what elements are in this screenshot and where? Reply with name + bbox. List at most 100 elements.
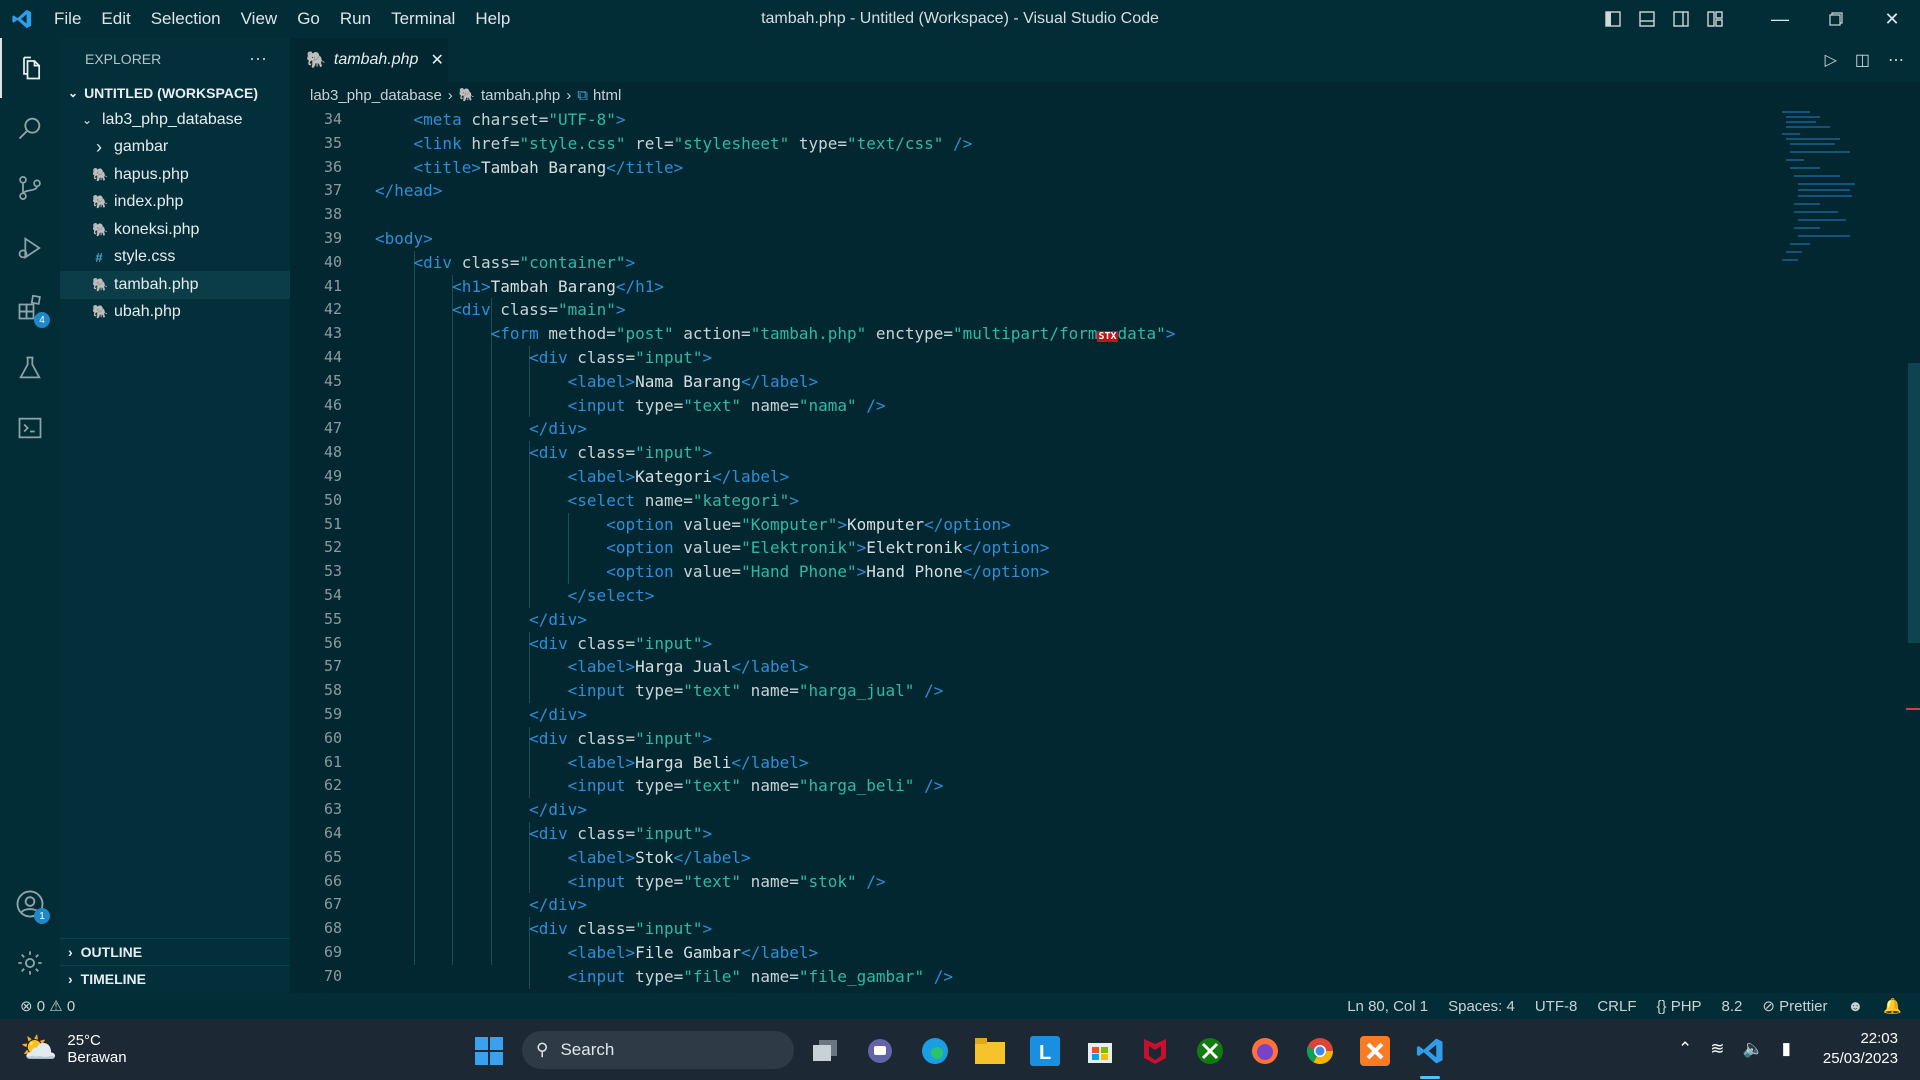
app-l-icon[interactable]: L xyxy=(1027,1033,1063,1069)
code-line[interactable]: <label>Harga Beli</label> xyxy=(375,751,1175,775)
file-item[interactable]: 🐘 tambah.php xyxy=(60,271,290,299)
code-lines[interactable]: <meta charset="UTF-8"> <link href="style… xyxy=(375,108,1175,988)
scrollbar-thumb[interactable] xyxy=(1908,363,1920,643)
show-hidden-icons-chevron-up-icon[interactable]: ⌃ xyxy=(1678,1039,1692,1059)
firefox-icon[interactable] xyxy=(1247,1033,1283,1069)
windows-start-icon[interactable] xyxy=(471,1033,507,1069)
more-actions-icon[interactable]: ⋯ xyxy=(1888,50,1904,70)
code-line[interactable]: </div> xyxy=(375,608,1175,632)
code-line[interactable]: </div> xyxy=(375,893,1175,917)
toggle-panel-icon[interactable] xyxy=(1630,0,1664,38)
minimap[interactable] xyxy=(1780,108,1870,268)
notifications-bell-icon[interactable]: 🔔 xyxy=(1873,997,1920,1015)
indentation[interactable]: Spaces: 4 xyxy=(1438,998,1525,1015)
code-line[interactable]: </select> xyxy=(375,584,1175,608)
menu-go[interactable]: Go xyxy=(287,9,330,28)
code-line[interactable]: <div class="input"> xyxy=(375,917,1175,941)
breadcrumb-folder[interactable]: lab3_php_database xyxy=(310,87,442,104)
code-line[interactable]: <h1>Tambah Barang</h1> xyxy=(375,275,1175,299)
search-icon[interactable] xyxy=(0,98,60,158)
feedback-icon[interactable]: ☻ xyxy=(1838,998,1874,1015)
volume-icon[interactable]: 🔈 xyxy=(1743,1039,1764,1059)
file-item[interactable]: 🐘 ubah.php xyxy=(60,299,290,327)
file-explorer-icon[interactable] xyxy=(972,1033,1008,1069)
code-line[interactable]: <div class="input"> xyxy=(375,727,1175,751)
code-line[interactable]: <input type="text" name="harga_jual" /> xyxy=(375,679,1175,703)
file-item[interactable]: 🐘 hapus.php xyxy=(60,161,290,189)
code-line[interactable]: <div class="main"> xyxy=(375,298,1175,322)
file-item[interactable]: › gambar xyxy=(60,134,290,162)
code-line[interactable]: <label>Nama Barang</label> xyxy=(375,370,1175,394)
code-line[interactable]: <div class="input"> xyxy=(375,632,1175,656)
line-ending[interactable]: CRLF xyxy=(1587,998,1646,1015)
code-line[interactable]: <meta charset="UTF-8"> xyxy=(375,108,1175,132)
code-line[interactable]: <title>Tambah Barang</title> xyxy=(375,156,1175,180)
run-icon[interactable]: ▷ xyxy=(1825,50,1837,70)
xampp-icon[interactable] xyxy=(1357,1033,1393,1069)
source-control-icon[interactable] xyxy=(0,158,60,218)
code-line[interactable]: <select name="kategori"> xyxy=(375,489,1175,513)
close-tab-icon[interactable]: ✕ xyxy=(430,50,443,70)
code-line[interactable]: <option value="Komputer">Komputer</optio… xyxy=(375,513,1175,537)
extensions-icon[interactable]: 4 xyxy=(0,278,60,338)
code-editor[interactable]: 34 35 36 37 38 39 40 41 42 43 44 45 46 47 48 49 50 51 52 53… xyxy=(290,108,1920,993)
tab-tambah-php[interactable]: 🐘 tambah.php ✕ xyxy=(290,38,448,82)
accounts-icon[interactable]: 1 xyxy=(0,874,60,934)
testing-icon[interactable] xyxy=(0,338,60,398)
code-line[interactable]: <label>Harga Jual</label> xyxy=(375,655,1175,679)
breadcrumb-file[interactable]: tambah.php xyxy=(481,87,560,104)
explorer-icon[interactable] xyxy=(0,38,60,98)
code-line[interactable]: <label>Kategori</label> xyxy=(375,465,1175,489)
code-line[interactable]: <div class="container"> xyxy=(375,251,1175,275)
menu-file[interactable]: File xyxy=(44,9,91,28)
code-line[interactable]: <label>File Gambar</label> xyxy=(375,941,1175,965)
language-mode[interactable]: {} PHP xyxy=(1647,998,1712,1015)
outline-section[interactable]: › OUTLINE xyxy=(60,938,290,965)
php-version[interactable]: 8.2 xyxy=(1712,998,1753,1015)
minimize-icon[interactable]: — xyxy=(1752,0,1808,38)
menu-help[interactable]: Help xyxy=(465,9,520,28)
manage-gear-icon[interactable] xyxy=(0,933,60,993)
problems-indicator[interactable]: ⊗ 0 ⚠ 0 xyxy=(0,997,85,1016)
cursor-position[interactable]: Ln 80, Col 1 xyxy=(1337,998,1438,1015)
code-line[interactable]: <option value="Elektronik">Elektronik</o… xyxy=(375,536,1175,560)
code-line[interactable]: <div class="input"> xyxy=(375,346,1175,370)
clock[interactable]: 22:03 25/03/2023 xyxy=(1823,1029,1898,1069)
run-debug-icon[interactable] xyxy=(0,218,60,278)
file-item[interactable]: 🐘 index.php xyxy=(60,189,290,217)
code-line[interactable]: <input type="file" name="file_gambar" /> xyxy=(375,965,1175,989)
code-line[interactable]: </div> xyxy=(375,417,1175,441)
code-line[interactable]: <input type="text" name="harga_beli" /> xyxy=(375,774,1175,798)
code-line[interactable]: <link href="style.css" rel="stylesheet" … xyxy=(375,132,1175,156)
more-actions-icon[interactable]: ⋯ xyxy=(249,49,268,70)
code-line[interactable]: <input type="text" name="stok" /> xyxy=(375,870,1175,894)
menu-edit[interactable]: Edit xyxy=(91,9,140,28)
customize-layout-icon[interactable] xyxy=(1698,0,1732,38)
code-line[interactable]: <form method="post" action="tambah.php" … xyxy=(375,322,1176,346)
encoding[interactable]: UTF-8 xyxy=(1525,998,1588,1015)
menu-selection[interactable]: Selection xyxy=(141,9,231,28)
menu-view[interactable]: View xyxy=(231,9,288,28)
vertical-scrollbar[interactable] xyxy=(1906,108,1920,993)
split-editor-icon[interactable]: ◫ xyxy=(1855,50,1870,70)
terminal-icon[interactable] xyxy=(0,398,60,458)
weather-widget[interactable]: ⛅ 25°C Berawan xyxy=(20,1031,127,1066)
xbox-icon[interactable] xyxy=(1192,1033,1228,1069)
file-item[interactable]: 🐘 koneksi.php xyxy=(60,216,290,244)
breadcrumb-symbol[interactable]: html xyxy=(593,87,621,104)
file-item[interactable]: # style.css xyxy=(60,244,290,272)
menu-run[interactable]: Run xyxy=(330,9,381,28)
vscode-taskbar-icon[interactable] xyxy=(1412,1033,1448,1069)
code-line[interactable]: <div class="input"> xyxy=(375,441,1175,465)
teams-chat-icon[interactable] xyxy=(862,1033,898,1069)
timeline-section[interactable]: › TIMELINE xyxy=(60,965,290,992)
mcafee-icon[interactable] xyxy=(1137,1033,1173,1069)
prettier-status[interactable]: ⊘ Prettier xyxy=(1752,997,1837,1016)
code-line[interactable]: </div> xyxy=(375,703,1175,727)
menu-terminal[interactable]: Terminal xyxy=(381,9,465,28)
battery-icon[interactable]: ▮ xyxy=(1782,1039,1791,1059)
code-line[interactable]: <div class="input"> xyxy=(375,822,1175,846)
close-window-icon[interactable]: ✕ xyxy=(1864,0,1920,38)
wifi-icon[interactable]: ≋ xyxy=(1710,1039,1724,1059)
microsoft-store-icon[interactable] xyxy=(1082,1033,1118,1069)
